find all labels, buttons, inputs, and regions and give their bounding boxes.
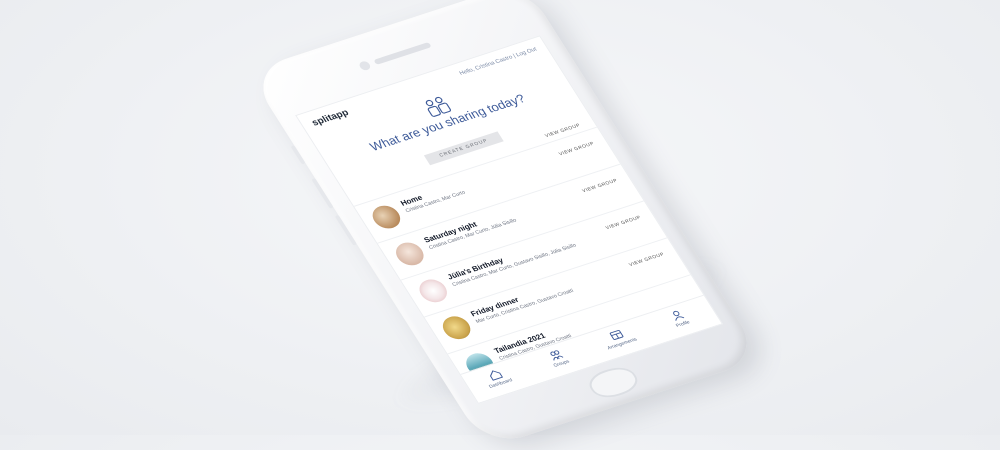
- view-group-link[interactable]: VIEW GROUP: [581, 178, 619, 194]
- view-group-link[interactable]: VIEW GROUP: [628, 252, 666, 268]
- app-screen: splitapp Hello, Cristina Castro | Log Ou…: [295, 35, 723, 404]
- volume-up-button: [311, 178, 334, 209]
- mute-switch: [290, 145, 306, 165]
- brand-logo: splitapp: [309, 107, 351, 129]
- home-button[interactable]: [583, 363, 644, 402]
- group-avatar: [391, 239, 429, 269]
- group-avatar: [367, 202, 406, 232]
- front-camera: [357, 60, 373, 72]
- group-avatar: [414, 276, 452, 306]
- volume-down-button: [334, 214, 358, 246]
- group-avatar: [437, 313, 476, 343]
- view-group-link[interactable]: VIEW GROUP: [605, 215, 643, 231]
- phone-body: splitapp Hello, Cristina Castro | Log Ou…: [247, 0, 763, 449]
- user-logout-link[interactable]: Hello, Cristina Castro | Log Out: [459, 47, 538, 77]
- speaker-grille: [373, 42, 432, 65]
- view-group-link[interactable]: VIEW GROUP: [558, 141, 596, 157]
- top-bar: splitapp Hello, Cristina Castro | Log Ou…: [310, 46, 542, 131]
